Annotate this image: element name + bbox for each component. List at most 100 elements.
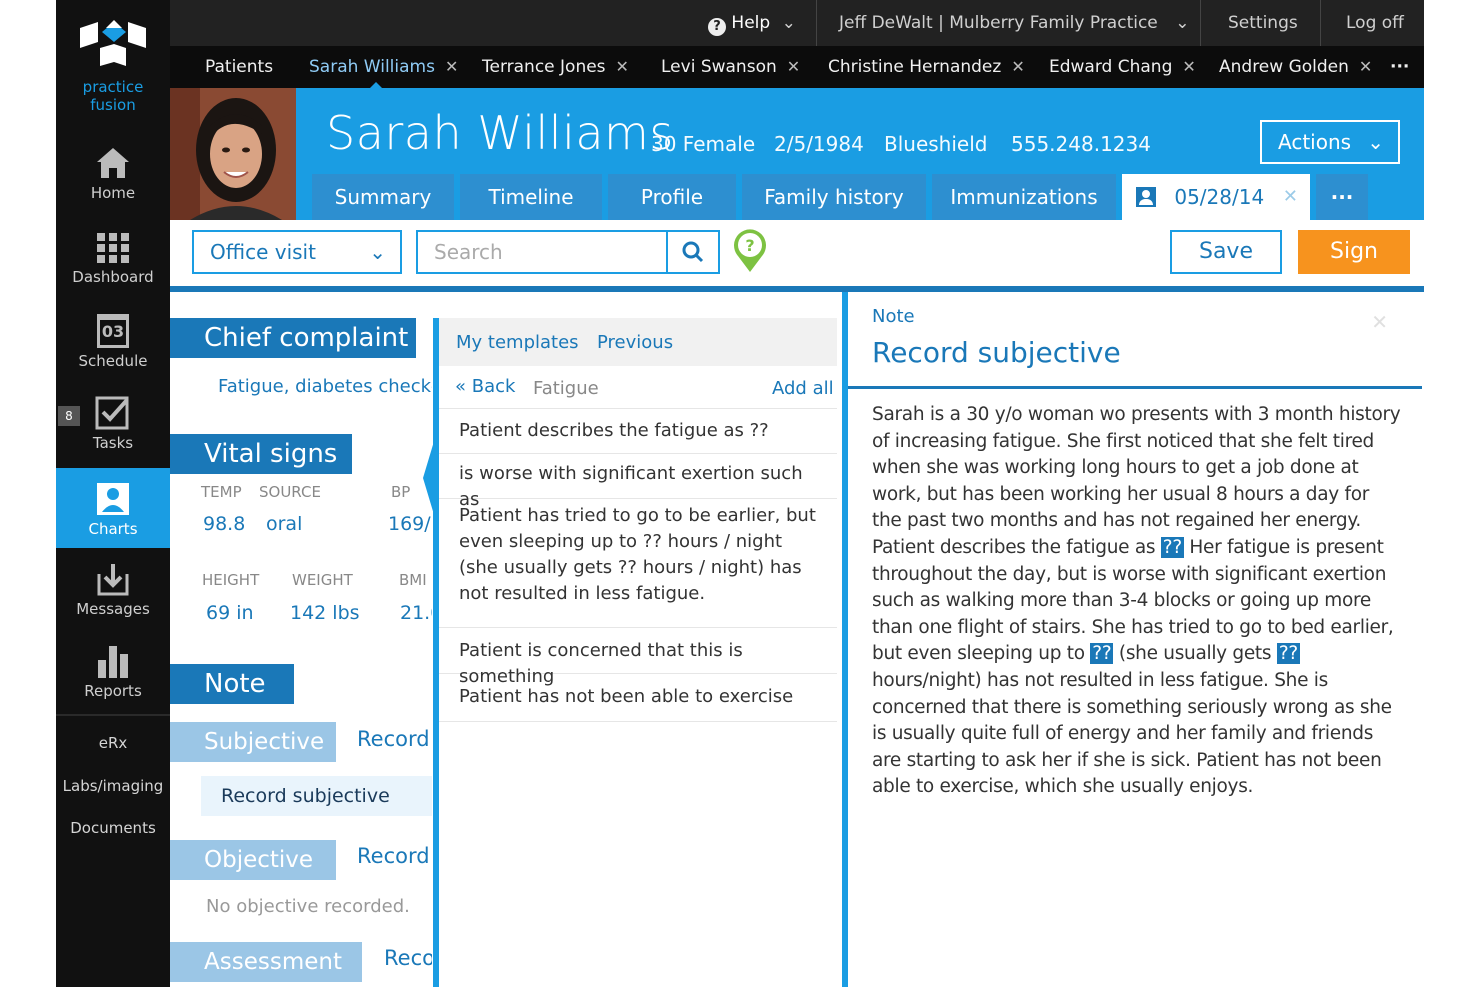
patient-tabs-bar: Patients Sarah Williams ✕ Terrance Jones ✕… xyxy=(170,46,1424,89)
record-subjective-link[interactable]: Record xyxy=(357,727,430,751)
add-all-link[interactable]: Add all xyxy=(772,378,834,399)
tab-previous[interactable]: Previous xyxy=(597,332,673,353)
tab-encounter[interactable]: 05/28/14 ✕ xyxy=(1122,174,1310,220)
patient-photo xyxy=(170,88,296,220)
practice-fusion-logo-icon xyxy=(80,20,146,66)
patient-tab-terrance-jones[interactable]: Terrance Jones ✕ xyxy=(482,46,629,88)
settings-link[interactable]: Settings xyxy=(1228,0,1298,46)
template-row[interactable]: Patient has not been able to exercise xyxy=(439,684,837,722)
nav-link-erx[interactable]: eRx xyxy=(56,734,170,752)
patient-tab-label: Edward Chang xyxy=(1049,57,1173,77)
help-menu[interactable]: ? Help ⌄ xyxy=(708,0,796,46)
back-link[interactable]: « Back xyxy=(455,376,515,397)
save-button[interactable]: Save xyxy=(1170,230,1282,274)
placeholder-token[interactable]: ?? xyxy=(1160,536,1184,558)
user-practice-menu[interactable]: Jeff DeWalt | Mulberry Family Practice ⌄ xyxy=(839,0,1189,46)
assessment-header: Assessment xyxy=(170,942,362,982)
nav-item-messages[interactable]: Messages xyxy=(56,562,170,628)
note-label: Note xyxy=(872,306,915,327)
vital-value-temp: 98.8 xyxy=(203,513,246,535)
patient-tab-christine-hernandez[interactable]: Christine Hernandez ✕ xyxy=(828,46,1025,88)
note-text-part: Sarah is a 30 y/o woman wo presents with… xyxy=(872,404,1401,558)
checkbox-icon xyxy=(95,396,129,430)
actions-dropdown[interactable]: Actions ⌄ xyxy=(1260,120,1400,164)
nav-link-documents[interactable]: Documents xyxy=(56,819,170,837)
patient-dob: 2/5/1984 xyxy=(774,132,864,156)
templates-tabs: My templates Previous xyxy=(439,318,837,366)
note-text[interactable]: Sarah is a 30 y/o woman wo presents with… xyxy=(872,402,1402,801)
patient-tab-levi-swanson[interactable]: Levi Swanson ✕ xyxy=(661,46,800,88)
nav-item-charts[interactable]: Charts xyxy=(56,468,170,548)
logoff-link[interactable]: Log off xyxy=(1346,0,1404,46)
placeholder-token[interactable]: ?? xyxy=(1090,643,1114,665)
nav-item-tasks[interactable]: Tasks xyxy=(56,396,170,466)
objective-header: Objective xyxy=(170,840,336,880)
vital-label-temp: TEMP xyxy=(201,483,242,501)
close-icon[interactable]: ✕ xyxy=(787,57,800,76)
search-input[interactable]: Search xyxy=(416,230,668,274)
note-title-rule xyxy=(848,386,1422,389)
help-icon: ? xyxy=(708,18,726,36)
template-row[interactable]: Patient describes the fatigue as ?? xyxy=(439,418,837,454)
vital-value-weight: 142 lbs xyxy=(290,602,360,624)
close-icon[interactable]: ✕ xyxy=(1359,57,1372,76)
tab-family-history[interactable]: Family history xyxy=(742,174,926,220)
tab-timeline[interactable]: Timeline xyxy=(460,174,602,220)
help-pin-icon[interactable]: ? xyxy=(730,226,770,274)
vital-value-bmi: 21.0 xyxy=(400,602,432,624)
search-button[interactable] xyxy=(666,230,720,274)
logo-line-2: fusion xyxy=(90,96,136,114)
vital-label-bmi: BMI xyxy=(399,571,427,589)
tab-my-templates[interactable]: My templates xyxy=(456,332,579,353)
dashboard-grid-icon xyxy=(97,233,129,263)
record-assessment-link[interactable]: Reco xyxy=(384,946,432,970)
calendar-icon: 03 xyxy=(97,314,129,348)
topbar-divider xyxy=(1200,0,1201,46)
tab-profile[interactable]: Profile xyxy=(608,174,736,220)
chief-complaint-header: Chief complaint xyxy=(170,318,416,358)
note-text-part: hours/night) has not resulted in less fa… xyxy=(872,669,1392,798)
tab-immunizations[interactable]: Immunizations xyxy=(932,174,1116,220)
template-row[interactable]: is worse with significant exertion such … xyxy=(439,461,837,510)
nav-item-home[interactable]: Home xyxy=(56,146,170,214)
vital-value-source: oral xyxy=(266,513,303,535)
sign-button[interactable]: Sign xyxy=(1298,230,1410,274)
close-icon[interactable]: ✕ xyxy=(1182,57,1195,76)
patient-tab-edward-chang[interactable]: Edward Chang ✕ xyxy=(1049,46,1196,88)
patient-tab-sarah-williams[interactable]: Sarah Williams ✕ xyxy=(309,46,458,89)
logo[interactable]: practice fusion xyxy=(56,0,170,128)
encounter-person-icon xyxy=(1136,187,1156,207)
close-icon[interactable]: ✕ xyxy=(616,57,629,76)
placeholder-token[interactable]: ?? xyxy=(1276,643,1300,665)
nav-item-dashboard[interactable]: Dashboard xyxy=(56,232,170,300)
vital-label-source: SOURCE xyxy=(259,483,321,501)
more-tabs-button[interactable]: ··· xyxy=(1390,46,1409,88)
nav-item-schedule[interactable]: 03 Schedule xyxy=(56,314,170,384)
chevron-down-icon: ⌄ xyxy=(369,240,386,264)
more-chart-tabs-button[interactable]: ··· xyxy=(1316,174,1368,220)
patient-avatar-image xyxy=(170,88,296,220)
vital-label-weight: WEIGHT xyxy=(292,571,353,589)
patient-tab-label: Sarah Williams xyxy=(309,57,435,77)
template-row[interactable]: Patient has tried to go to be earlier, b… xyxy=(439,502,837,628)
patients-tab[interactable]: Patients xyxy=(205,46,273,88)
topbar-divider xyxy=(816,0,817,46)
nav-link-labs-imaging[interactable]: Labs/imaging xyxy=(56,777,170,795)
vital-label-height: HEIGHT xyxy=(202,571,260,589)
close-icon[interactable]: ✕ xyxy=(445,57,458,76)
templates-divider xyxy=(439,408,837,409)
close-icon[interactable]: ✕ xyxy=(1283,174,1298,220)
close-icon[interactable]: ✕ xyxy=(1371,310,1388,334)
chief-complaint-value[interactable]: Fatigue, diabetes check-up xyxy=(218,376,432,397)
close-icon[interactable]: ✕ xyxy=(1011,57,1024,76)
patient-tab-andrew-golden[interactable]: Andrew Golden ✕ xyxy=(1219,46,1372,88)
record-objective-link[interactable]: Record xyxy=(357,844,430,868)
visit-type-value: Office visit xyxy=(210,240,316,264)
nav-item-reports[interactable]: Reports xyxy=(56,644,170,710)
template-row[interactable]: Patient is concerned that this is someth… xyxy=(439,638,837,687)
tab-summary[interactable]: Summary xyxy=(312,174,454,220)
record-subjective-item[interactable]: Record subjective xyxy=(201,776,432,816)
app-window: practice fusion Home Dashboard 03 Schedu… xyxy=(56,0,1424,987)
visit-type-select[interactable]: Office visit ⌄ xyxy=(192,230,402,274)
chart-person-icon xyxy=(97,483,129,515)
